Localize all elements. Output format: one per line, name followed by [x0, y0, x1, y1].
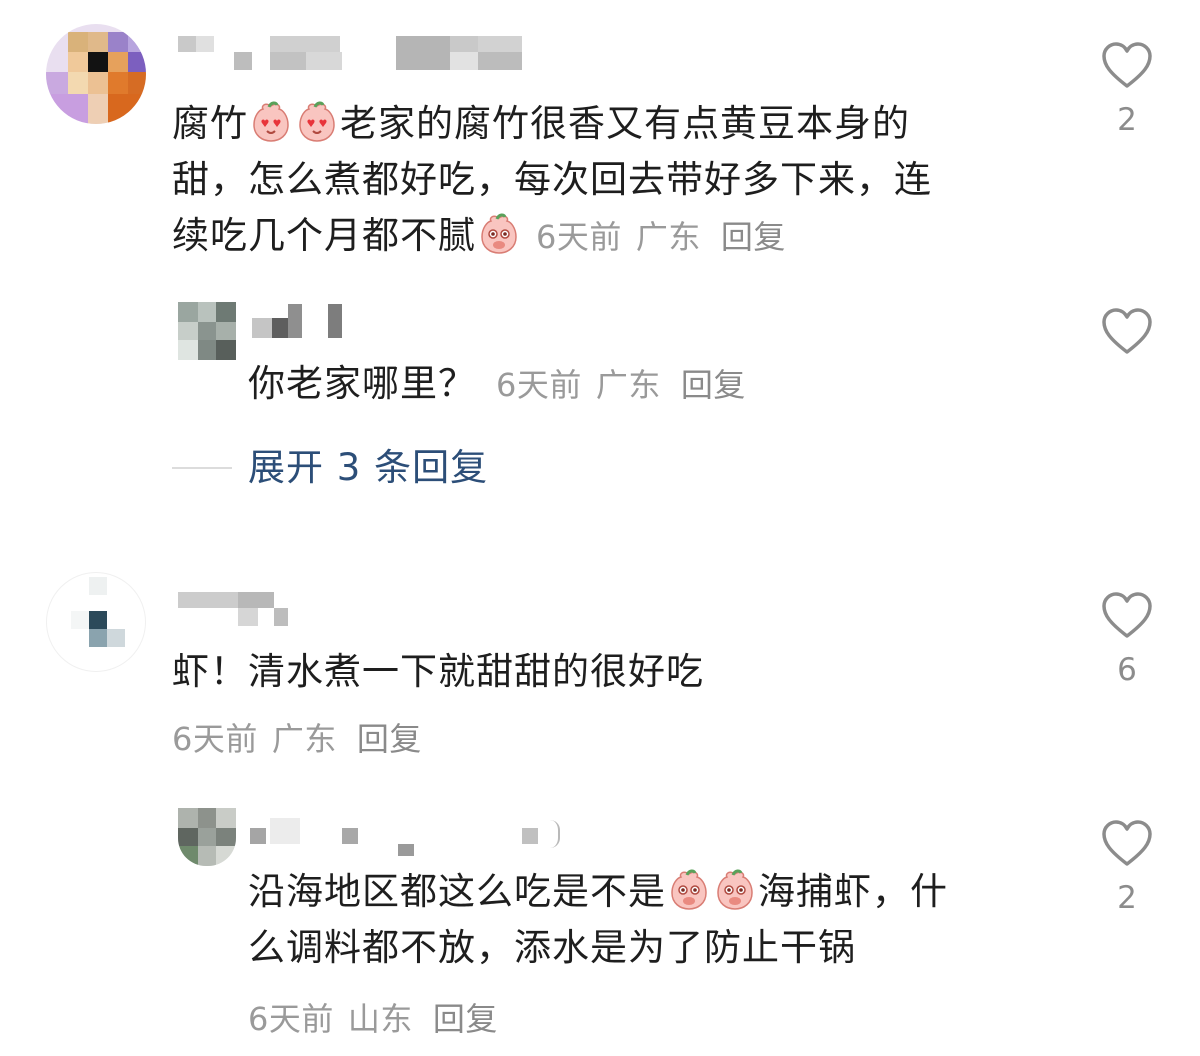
like-button[interactable]: 6	[1098, 590, 1156, 688]
comment-text: 虾！清水煮一下就甜甜的很好吃	[172, 650, 704, 693]
avatar[interactable]	[178, 808, 236, 866]
heart-outline-icon	[1102, 820, 1152, 866]
reply-text: 沿海地区都这么吃是不是 海捕虾，什	[248, 868, 948, 913]
reply-location: 山东	[347, 1000, 413, 1038]
like-button[interactable]: 2	[1098, 818, 1156, 916]
reply-button[interactable]: 回复	[433, 1000, 498, 1038]
username-blurred[interactable]	[250, 818, 570, 858]
reply-meta: 6天前 山东 回复	[248, 994, 512, 1040]
reply-button[interactable]: 回复	[357, 720, 422, 758]
peach-shy-emoji	[667, 868, 711, 912]
comment-location: 广东	[271, 720, 337, 758]
reply-time: 6天前	[248, 1000, 334, 1038]
comment-2: 虾！清水煮一下就甜甜的很好吃 6天前 广东 回复 6 沿海地区都这么吃是不是 海捕虾，…	[0, 0, 1200, 1056]
heart-outline-icon	[1102, 592, 1152, 638]
reply-text-line: 么调料都不放，添水是为了防止干锅	[248, 926, 856, 969]
username-blurred[interactable]	[178, 592, 298, 628]
comment-meta: 6天前 广东 回复	[172, 714, 436, 760]
comment-time: 6天前	[172, 720, 258, 758]
peach-shy-emoji	[713, 868, 757, 912]
like-count: 6	[1117, 652, 1137, 688]
avatar[interactable]	[46, 572, 146, 672]
like-count: 2	[1117, 880, 1137, 916]
